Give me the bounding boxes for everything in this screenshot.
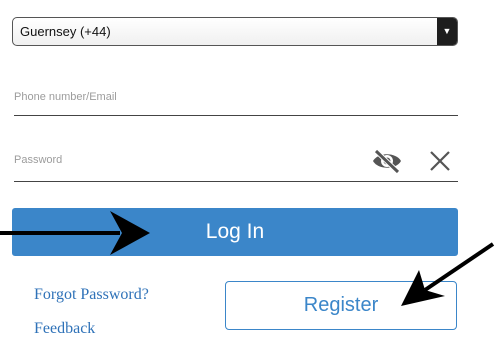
country-select-value: Guernsey (+44) xyxy=(20,24,111,39)
forgot-password-link[interactable]: Forgot Password? xyxy=(34,286,149,304)
chevron-down-icon: ▼ xyxy=(442,26,452,36)
annotation-arrow-login xyxy=(0,211,150,255)
dropdown-arrow-button[interactable]: ▼ xyxy=(437,18,457,45)
phone-email-placeholder: Phone number/Email xyxy=(14,91,117,103)
password-field[interactable]: Password xyxy=(14,148,458,182)
feedback-link[interactable]: Feedback xyxy=(34,320,95,337)
eye-slash-icon[interactable] xyxy=(371,148,403,174)
phone-email-field[interactable]: Phone number/Email xyxy=(14,86,458,116)
password-placeholder: Password xyxy=(14,154,63,166)
close-icon[interactable] xyxy=(428,149,452,173)
annotation-arrow-register xyxy=(401,242,495,306)
login-screen: Guernsey (+44) ▼ Phone number/Email Pass… xyxy=(0,0,497,337)
country-code-select[interactable]: Guernsey (+44) ▼ xyxy=(12,17,458,46)
